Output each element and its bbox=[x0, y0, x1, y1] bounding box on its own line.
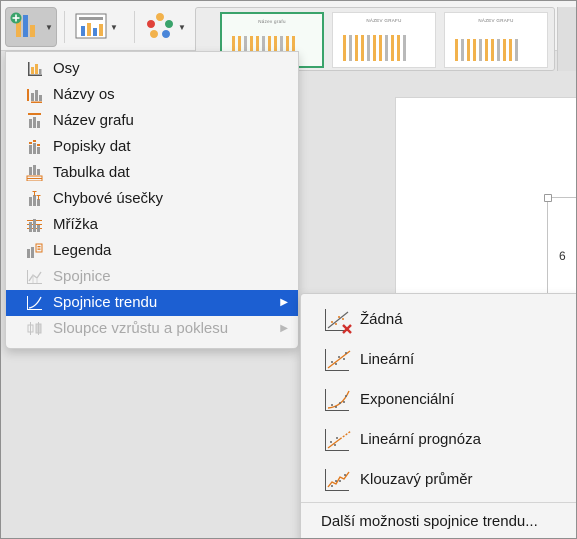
error-bars-icon bbox=[26, 191, 43, 207]
menu-item-label: Sloupce vzrůstu a poklesu bbox=[53, 320, 229, 337]
add-chart-element-icon bbox=[10, 11, 42, 44]
menu-item-label: Osy bbox=[53, 60, 80, 77]
thumb-bars bbox=[455, 31, 539, 61]
menu-item-lines: Spojnice bbox=[6, 264, 298, 290]
trendline-linear-forecast-icon bbox=[324, 428, 354, 454]
change-colors-icon bbox=[145, 12, 175, 43]
axis-tick-label: 6 bbox=[559, 249, 566, 263]
chevron-down-icon: ▼ bbox=[178, 22, 186, 32]
menu-item-up-down-bars: Sloupce vzrůstu a poklesu ▶ bbox=[6, 316, 298, 342]
trendline-linear-icon bbox=[324, 348, 354, 374]
quick-layout-button[interactable]: ▼ bbox=[73, 7, 125, 47]
menu-item-label: Tabulka dat bbox=[53, 164, 130, 181]
submenu-item-label: Žádná bbox=[360, 311, 403, 328]
add-chart-element-button[interactable]: ▼ bbox=[5, 7, 57, 47]
chart-style-thumb[interactable]: NÁZEV GRAFU bbox=[444, 12, 548, 68]
submenu-item-label: Exponenciální bbox=[360, 391, 455, 408]
toolbar-divider bbox=[134, 11, 135, 43]
menu-item-label: Spojnice trendu bbox=[53, 294, 158, 311]
menu-divider bbox=[301, 502, 576, 503]
menu-item-gridlines[interactable]: Mřížka bbox=[6, 212, 298, 238]
ribbon-toolbar: ▼ ▼ ▼ Název grafu NÁZEV GRAFU NÁZEV GRAF… bbox=[1, 1, 576, 71]
menu-item-axes[interactable]: Osy bbox=[6, 56, 298, 82]
thumb-bars bbox=[343, 31, 427, 61]
gridlines-icon bbox=[26, 217, 43, 233]
axes-icon bbox=[26, 61, 43, 77]
menu-item-chart-title[interactable]: Název grafu bbox=[6, 108, 298, 134]
submenu-arrow-icon: ▶ bbox=[280, 297, 288, 308]
chart-style-thumb[interactable]: NÁZEV GRAFU bbox=[332, 12, 436, 68]
thumb-title: NÁZEV GRAFU bbox=[366, 18, 402, 23]
thumb-title: Název grafu bbox=[258, 19, 286, 24]
data-labels-icon bbox=[26, 139, 43, 155]
chart-title-icon bbox=[26, 113, 43, 129]
menu-item-label: Mřížka bbox=[53, 216, 98, 233]
trendline-none-icon bbox=[324, 308, 354, 334]
menu-item-label: Legenda bbox=[53, 242, 112, 259]
submenu-item-label: Lineární prognóza bbox=[360, 431, 481, 448]
trendline-icon bbox=[26, 295, 43, 311]
menu-item-axis-titles[interactable]: Názvy os bbox=[6, 82, 298, 108]
menu-item-label: Chybové úsečky bbox=[53, 190, 164, 207]
menu-item-error-bars[interactable]: Chybové úsečky bbox=[6, 186, 298, 212]
submenu-item-linear[interactable]: Lineární bbox=[301, 340, 576, 380]
menu-item-label: Názvy os bbox=[53, 86, 115, 103]
lines-icon bbox=[26, 269, 43, 285]
submenu-item-moving-average[interactable]: Klouzavý průměr bbox=[301, 460, 576, 500]
toolbar-divider bbox=[64, 11, 65, 43]
chevron-down-icon: ▼ bbox=[110, 22, 118, 32]
submenu-item-label: Lineární bbox=[360, 351, 415, 368]
menu-item-data-table[interactable]: Tabulka dat bbox=[6, 160, 298, 186]
more-trendline-options[interactable]: Další možnosti spojnice trendu... bbox=[321, 513, 538, 530]
submenu-item-exponential[interactable]: Exponenciální bbox=[301, 380, 576, 420]
add-chart-element-menu: Osy Názvy os Název grafu Popisky dat Tab… bbox=[5, 51, 299, 349]
quick-layout-icon bbox=[75, 12, 107, 43]
legend-icon bbox=[26, 243, 43, 259]
change-colors-button[interactable]: ▼ bbox=[143, 7, 191, 47]
menu-item-label: Název grafu bbox=[53, 112, 134, 129]
submenu-arrow-icon: ▶ bbox=[280, 323, 288, 334]
up-down-bars-icon bbox=[26, 321, 43, 337]
trendline-exponential-icon bbox=[324, 388, 354, 414]
gallery-scroll-button[interactable] bbox=[557, 7, 576, 71]
submenu-item-none[interactable]: Žádná bbox=[301, 300, 576, 340]
menu-item-label: Spojnice bbox=[53, 268, 111, 285]
menu-item-data-labels[interactable]: Popisky dat bbox=[6, 134, 298, 160]
trendline-submenu: Žádná Lineární Exponenciální Lineární pr… bbox=[300, 293, 576, 538]
trendline-moving-average-icon bbox=[324, 468, 354, 494]
axis-titles-icon bbox=[26, 87, 43, 103]
submenu-item-label: Klouzavý průměr bbox=[360, 471, 473, 488]
window: ▼ ▼ ▼ Název grafu NÁZEV GRAFU NÁZEV GRAF… bbox=[0, 0, 577, 539]
thumb-title: NÁZEV GRAFU bbox=[478, 18, 514, 23]
data-table-icon bbox=[26, 165, 43, 182]
menu-item-legend[interactable]: Legenda bbox=[6, 238, 298, 264]
submenu-item-linear-forecast[interactable]: Lineární prognóza bbox=[301, 420, 576, 460]
resize-handle[interactable] bbox=[544, 194, 552, 202]
menu-item-trendline[interactable]: Spojnice trendu ▶ bbox=[6, 290, 298, 316]
chevron-down-icon: ▼ bbox=[45, 22, 53, 32]
menu-item-label: Popisky dat bbox=[53, 138, 131, 155]
